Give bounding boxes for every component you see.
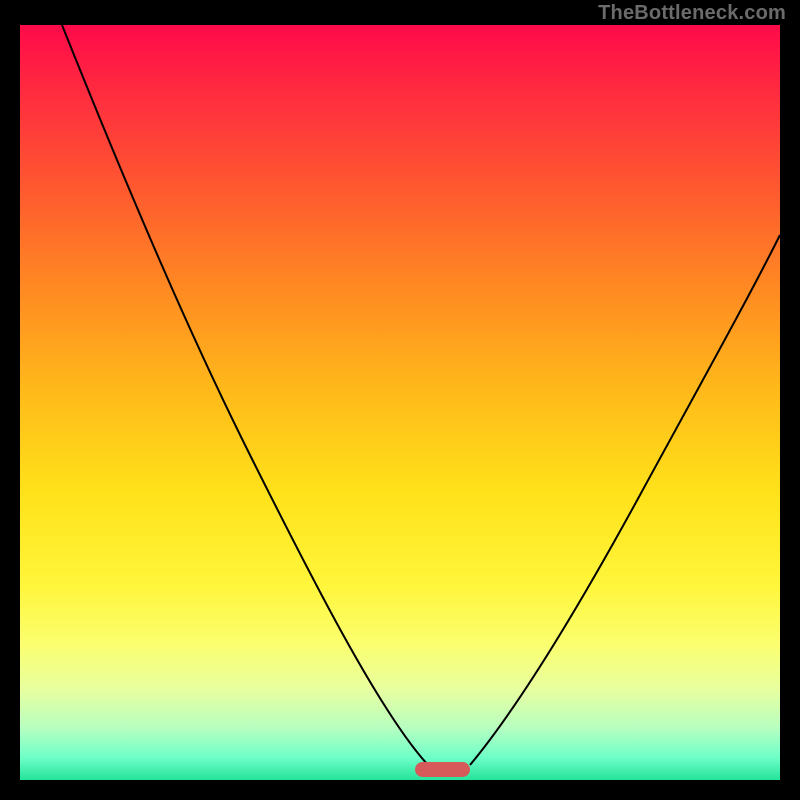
curve-left-branch — [62, 25, 428, 765]
plot-area — [20, 25, 780, 780]
curve-right-branch — [470, 235, 780, 765]
optimal-point-marker — [415, 762, 470, 777]
chart-frame: TheBottleneck.com — [0, 0, 800, 800]
bottleneck-curve — [20, 25, 780, 780]
attribution-label: TheBottleneck.com — [598, 2, 786, 25]
